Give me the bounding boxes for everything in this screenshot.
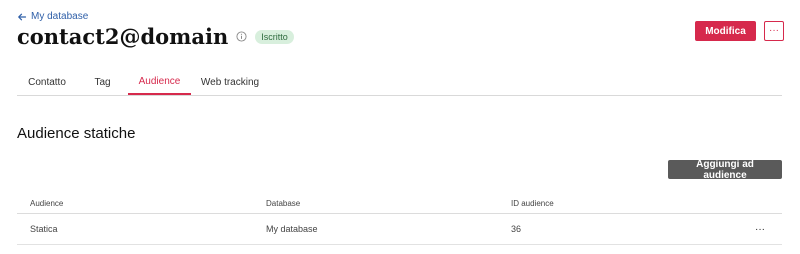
page-header: contact2@domain Iscritto [17, 24, 294, 49]
info-icon[interactable] [236, 31, 247, 42]
tab-bar: Contatto Tag Audience Web tracking [17, 70, 782, 96]
tab-tag[interactable]: Tag [77, 70, 128, 95]
row-more-options-button[interactable]: ··· [755, 214, 765, 244]
column-header-id-audience: ID audience [511, 199, 554, 208]
tab-audience[interactable]: Audience [128, 70, 191, 95]
tab-web-tracking[interactable]: Web tracking [191, 70, 269, 95]
back-link-label: My database [31, 11, 89, 22]
page-title: contact2@domain [17, 24, 229, 49]
section-title: Audience statiche [17, 125, 136, 142]
column-header-audience: Audience [30, 199, 64, 208]
tab-contatto[interactable]: Contatto [17, 70, 77, 95]
cell-database: My database [266, 224, 318, 234]
back-link[interactable]: My database [17, 11, 88, 22]
table-header: Audience Database ID audience [17, 194, 782, 214]
cell-id-audience: 36 [511, 224, 522, 234]
cell-audience: Statica [30, 224, 58, 234]
edit-button[interactable]: Modifica [695, 21, 756, 41]
arrow-left-icon [18, 13, 27, 20]
column-header-database: Database [266, 199, 301, 208]
more-options-button[interactable]: ··· [764, 21, 784, 41]
table-row[interactable]: Statica My database 36 ··· [17, 214, 782, 245]
add-to-audience-button[interactable]: Aggiungi ad audience [668, 159, 782, 181]
status-badge: Iscritto [255, 29, 294, 44]
audience-table: Audience Database ID audience Statica My… [17, 194, 782, 245]
